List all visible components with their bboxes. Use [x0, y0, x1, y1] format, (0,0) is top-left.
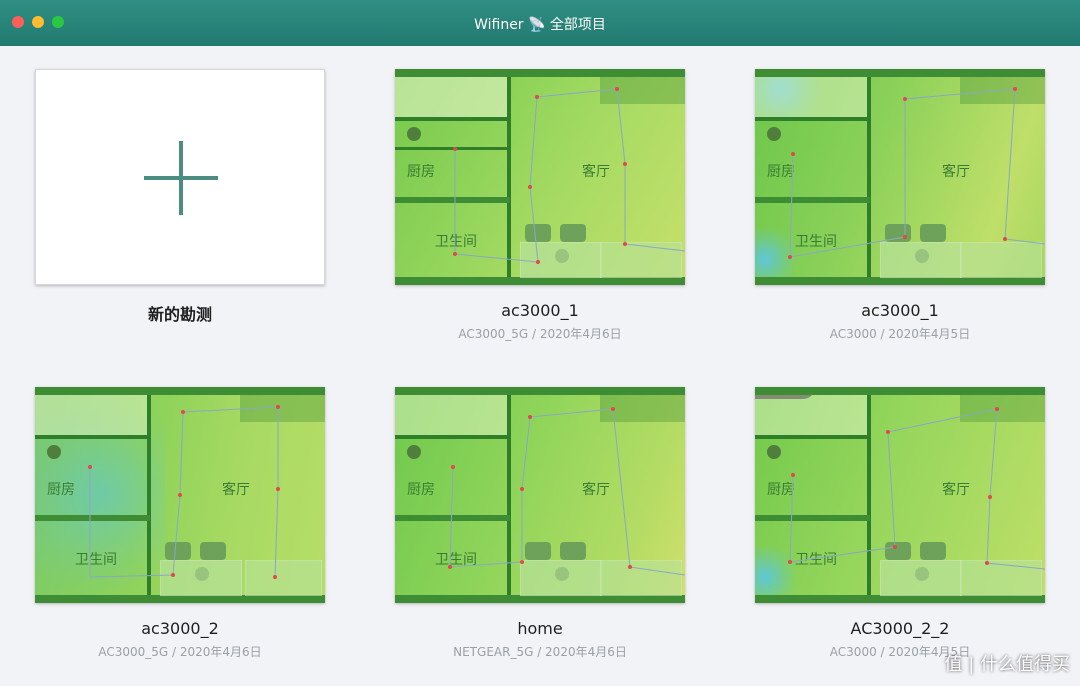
project-subtitle: AC3000 / 2020年4月5日	[829, 327, 971, 341]
project-name: home	[517, 619, 563, 638]
project-thumbnail[interactable]: 厨房 客厅 卫生间	[755, 387, 1045, 603]
project-subtitle: NETGEAR_5G / 2020年4月6日	[453, 645, 627, 659]
project-name: ac3000_1	[501, 301, 579, 320]
project-card[interactable]: 厨房 客厅 卫生间 ac3000_2 AC3000_5G / 2020年4月6日	[35, 387, 325, 660]
survey-route	[88, 405, 280, 579]
project-card[interactable]: 厨房 客厅 卫生间 ac3000_1 AC3000 / 2020年4月5日	[755, 69, 1045, 342]
project-thumbnail[interactable]: 厨房 客厅 卫生间	[755, 69, 1045, 285]
window-title: Wifiner 📡 全部项目	[474, 17, 606, 33]
watermark: 值 | 什么值得买	[944, 654, 1070, 675]
project-thumbnail[interactable]: 厨房 客厅 卫生间	[35, 387, 325, 603]
project-name: ac3000_1	[861, 301, 939, 320]
project-card[interactable]: 厨房 客厅 卫生间 AC3000_2_2 AC3000 / 2020年4月5日	[755, 387, 1045, 660]
survey-route	[788, 87, 1045, 259]
project-subtitle: AC3000_5G / 2020年4月6日	[458, 327, 622, 341]
project-card-new[interactable]: 新的勘测	[35, 69, 325, 325]
project-thumbnail[interactable]: 厨房 客厅 卫生间	[395, 69, 685, 285]
survey-route	[453, 87, 685, 264]
titlebar: Wifiner 📡 全部项目	[0, 0, 1080, 46]
plus-icon-vertical	[179, 141, 183, 215]
survey-route	[448, 407, 685, 576]
survey-route	[788, 407, 1045, 570]
new-survey-tile[interactable]	[35, 69, 325, 285]
project-card[interactable]: 厨房 客厅 卫生间 home NETGEAR_5G / 2020年4月6日	[395, 387, 685, 660]
projects-grid: 新的勘测 厨房 客厅 卫生间 ac3000_1 AC3000_5G / 2020…	[0, 46, 1080, 686]
project-subtitle: AC3000_5G / 2020年4月6日	[98, 645, 262, 659]
project-name: ac3000_2	[141, 619, 219, 638]
project-name: AC3000_2_2	[850, 619, 950, 638]
project-name: 新的勘测	[147, 305, 212, 324]
project-card[interactable]: 厨房 客厅 卫生间 ac3000_1 AC3000_5G / 2020年4月6日	[395, 69, 685, 342]
project-thumbnail[interactable]: 厨房 客厅 卫生间	[395, 387, 685, 603]
